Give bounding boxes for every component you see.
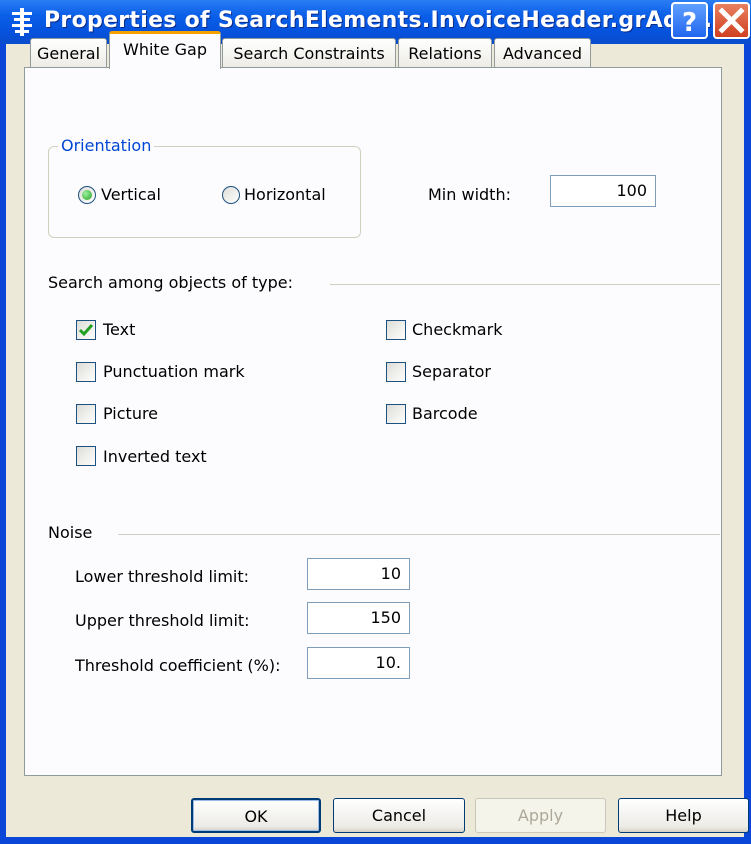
radio-selected-dot [82, 190, 92, 200]
window-frame-bottom [0, 837, 751, 844]
text-checkbox[interactable] [76, 320, 96, 340]
barcode-checkbox[interactable] [386, 404, 406, 424]
punctuation-mark-checkbox[interactable] [76, 362, 96, 382]
search-types-separator [330, 284, 720, 285]
lower-threshold-label: Lower threshold limit: [75, 567, 250, 586]
tab-white-gap[interactable]: White Gap [109, 31, 221, 69]
min-width-input[interactable]: 100 [550, 175, 656, 207]
picture-label[interactable]: Picture [103, 404, 158, 424]
tab-relations[interactable]: Relations [398, 38, 492, 68]
inverted-text-checkbox[interactable] [76, 446, 96, 466]
inverted-text-label[interactable]: Inverted text [103, 447, 207, 467]
noise-separator [118, 534, 720, 535]
ok-button[interactable]: OK [191, 798, 321, 833]
checkmark-icon [78, 324, 94, 337]
threshold-coefficient-label: Threshold coefficient (%): [75, 656, 281, 675]
horizontal-radio[interactable] [222, 186, 240, 204]
tab-general[interactable]: General [30, 38, 107, 68]
vertical-label[interactable]: Vertical [101, 185, 161, 205]
help-button[interactable]: Help [618, 798, 749, 833]
cancel-button[interactable]: Cancel [333, 798, 465, 833]
barcode-label[interactable]: Barcode [412, 404, 478, 424]
search-types-label: Search among objects of type: [48, 273, 293, 292]
min-width-label: Min width: [428, 185, 511, 204]
question-mark-icon: ? [682, 8, 697, 37]
vertical-radio[interactable] [78, 186, 96, 204]
apply-button[interactable]: Apply [475, 798, 606, 833]
upper-threshold-label: Upper threshold limit: [75, 611, 250, 630]
svg-text:?: ? [682, 8, 697, 37]
punctuation-mark-label[interactable]: Punctuation mark [103, 362, 245, 382]
lower-threshold-input[interactable]: 10 [307, 558, 410, 590]
tab-advanced[interactable]: Advanced [494, 38, 591, 68]
properties-dialog: Properties of SearchElements.InvoiceHead… [0, 0, 751, 844]
picture-checkbox[interactable] [76, 404, 96, 424]
separator-label[interactable]: Separator [412, 362, 491, 382]
horizontal-label[interactable]: Horizontal [244, 185, 326, 205]
upper-threshold-input[interactable]: 150 [307, 602, 410, 634]
separator-checkbox[interactable] [386, 362, 406, 382]
close-x-icon [718, 7, 745, 34]
help-title-button[interactable]: ? [671, 2, 708, 39]
app-icon [10, 8, 34, 36]
noise-label: Noise [48, 523, 93, 542]
close-title-button[interactable] [713, 2, 750, 39]
tab-search-constraints[interactable]: Search Constraints [222, 38, 396, 68]
text-checkbox-label[interactable]: Text [103, 320, 135, 340]
checkmark-checkbox[interactable] [386, 320, 406, 340]
threshold-coefficient-input[interactable]: 10. [307, 647, 410, 679]
orientation-group-title: Orientation [58, 136, 155, 156]
checkmark-label[interactable]: Checkmark [412, 320, 502, 340]
